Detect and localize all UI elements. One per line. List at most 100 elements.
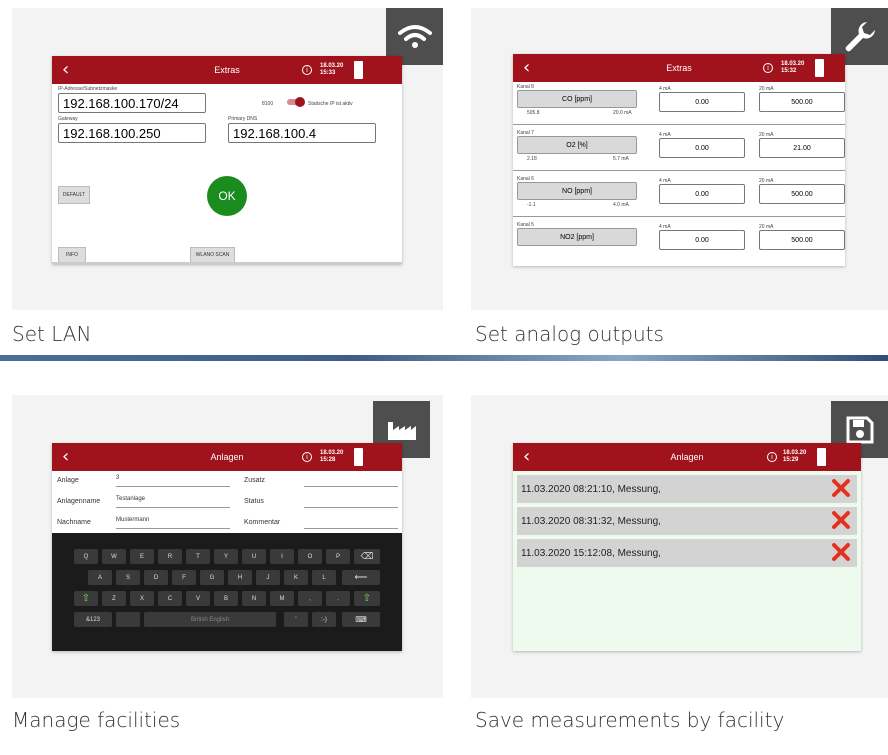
key[interactable]: H <box>228 570 252 585</box>
measurement-row[interactable]: 11.03.2020 15:12:08, Messung, <box>517 539 857 567</box>
key[interactable]: , <box>298 591 322 606</box>
field-value-2[interactable] <box>304 517 398 529</box>
info-icon[interactable]: i <box>302 65 312 75</box>
time: 15:29 <box>783 457 799 463</box>
channel-min: 2.18 <box>527 156 537 162</box>
screen-analog: ‹ Extras i 18.03.20 15:32 Kanal 8 CO [ppm]… <box>513 54 845 266</box>
delete-icon[interactable] <box>831 478 851 498</box>
smiley-key[interactable]: :-) <box>312 612 336 627</box>
battery-icon <box>815 59 824 77</box>
key[interactable]: V <box>186 591 210 606</box>
ma20-input[interactable]: 500.00 <box>759 184 845 204</box>
field-value[interactable]: Mustermann <box>116 517 230 529</box>
ok-button[interactable]: OK <box>207 176 247 216</box>
caption: Set LAN <box>12 322 92 346</box>
key[interactable]: L <box>312 570 336 585</box>
channel-name-field[interactable]: CO [ppm] <box>517 90 637 108</box>
key[interactable]: J <box>256 570 280 585</box>
measurement-list: 11.03.2020 08:21:10, Messung, 11.03.2020 … <box>513 471 861 651</box>
key[interactable]: A <box>88 570 112 585</box>
time: 15:33 <box>320 70 336 76</box>
space-key[interactable]: British English <box>144 612 276 627</box>
title-bar: ‹ Anlagen i 18.03.20 15:28 <box>52 443 402 471</box>
title-bar: ‹ Anlagen i 18.03.20 15:29 <box>513 443 861 471</box>
key[interactable]: F <box>172 570 196 585</box>
static-ip-toggle[interactable] <box>287 97 305 107</box>
key[interactable]: D <box>144 570 168 585</box>
field-value[interactable]: Testanlage <box>116 496 230 508</box>
tile-lan: ‹ Extras i 18.03.20 15:33 IP-Adresse/Subn… <box>12 8 443 346</box>
title-bar: ‹ Extras i 18.03.20 15:32 <box>513 54 845 82</box>
key[interactable]: S <box>116 570 140 585</box>
channel-name-field[interactable]: O2 [%] <box>517 136 637 154</box>
key[interactable]: T <box>186 549 210 564</box>
delete-icon[interactable] <box>831 510 851 530</box>
keyboard-hide-key[interactable]: ⌨ <box>342 612 380 627</box>
measurement-row[interactable]: 11.03.2020 08:21:10, Messung, <box>517 475 857 503</box>
ma4-input[interactable]: 0.00 <box>659 92 745 112</box>
info-icon[interactable]: i <box>763 63 773 73</box>
channel-max: 4.0 mA <box>613 202 629 208</box>
field-label-2: Status <box>244 498 264 505</box>
key[interactable]: P <box>326 549 350 564</box>
ma4-input[interactable]: 0.00 <box>659 230 745 250</box>
info-icon[interactable]: i <box>767 452 777 462</box>
dns-input[interactable]: 192.168.100.4 <box>228 123 376 143</box>
delete-icon[interactable] <box>831 542 851 562</box>
language-key[interactable] <box>116 612 140 627</box>
measurement-row[interactable]: 11.03.2020 08:31:32, Messung, <box>517 507 857 535</box>
gateway-input[interactable]: 192.168.100.250 <box>58 123 206 143</box>
key[interactable]: Y <box>214 549 238 564</box>
wlan-scan-button[interactable]: WLANO SCAN <box>190 247 235 263</box>
key[interactable]: G <box>200 570 224 585</box>
ma4-input[interactable]: 0.00 <box>659 184 745 204</box>
info-icon[interactable]: i <box>302 452 312 462</box>
ip-input[interactable]: 192.168.100.170/24 <box>58 93 206 113</box>
date: 18.03.20 <box>781 61 805 67</box>
key[interactable]: N <box>242 591 266 606</box>
default-button[interactable]: DEFAULT <box>58 186 90 204</box>
shift-key[interactable]: ⇧ <box>74 591 98 606</box>
key[interactable]: Q <box>74 549 98 564</box>
info-button[interactable]: INFO <box>58 247 86 263</box>
field-value[interactable]: 3 <box>116 475 230 487</box>
backspace-key[interactable]: ⌫ <box>354 549 380 564</box>
gateway-label: Gateway <box>58 116 78 122</box>
key[interactable]: K <box>284 570 308 585</box>
channel-separator <box>513 170 845 171</box>
ma20-input[interactable]: 21.00 <box>759 138 845 158</box>
field-value-2[interactable] <box>304 475 398 487</box>
key[interactable]: Z <box>102 591 126 606</box>
key[interactable]: M <box>270 591 294 606</box>
tile-save: ‹ Anlagen i 18.03.20 15:29 11.03.2020 08:… <box>471 395 888 732</box>
field-value-2[interactable] <box>304 496 398 508</box>
key[interactable]: B <box>214 591 238 606</box>
key[interactable]: . <box>326 591 350 606</box>
port-value: 8100 <box>262 101 274 107</box>
ma20-input[interactable]: 500.00 <box>759 230 845 250</box>
key[interactable]: X <box>130 591 154 606</box>
symbols-key[interactable]: &123 <box>74 612 112 627</box>
key[interactable]: R <box>158 549 182 564</box>
enter-key[interactable]: ⟵ <box>342 570 380 585</box>
field-label: Anlage <box>57 477 79 484</box>
static-ip-label: Statische IP ist aktiv <box>308 101 353 107</box>
channel-name-field[interactable]: NO2 [ppm] <box>517 228 637 246</box>
field-label: Anlagenname <box>57 498 101 505</box>
key[interactable]: U <box>242 549 266 564</box>
apostrophe-key[interactable]: ' <box>284 612 308 627</box>
shift-key-right[interactable]: ⇧ <box>354 591 380 606</box>
caption: Save measurements by facility <box>475 708 785 732</box>
field-label-2: Kommentar <box>244 519 281 526</box>
ma20-input[interactable]: 500.00 <box>759 92 845 112</box>
screen-save: ‹ Anlagen i 18.03.20 15:29 11.03.2020 08:… <box>513 443 861 651</box>
channel-name-field[interactable]: NO [ppm] <box>517 182 637 200</box>
ma4-input[interactable]: 0.00 <box>659 138 745 158</box>
key[interactable]: E <box>130 549 154 564</box>
key[interactable]: C <box>158 591 182 606</box>
key[interactable]: W <box>102 549 126 564</box>
on-screen-keyboard: Q W E R T Y U I O P ⌫ A S D F G H J K L ⟵ ⇧ Z X C V B N M,. ⇧ &123 Brit… <box>52 533 402 651</box>
channel-min: -1.1 <box>527 202 536 208</box>
key[interactable]: I <box>270 549 294 564</box>
key[interactable]: O <box>298 549 322 564</box>
